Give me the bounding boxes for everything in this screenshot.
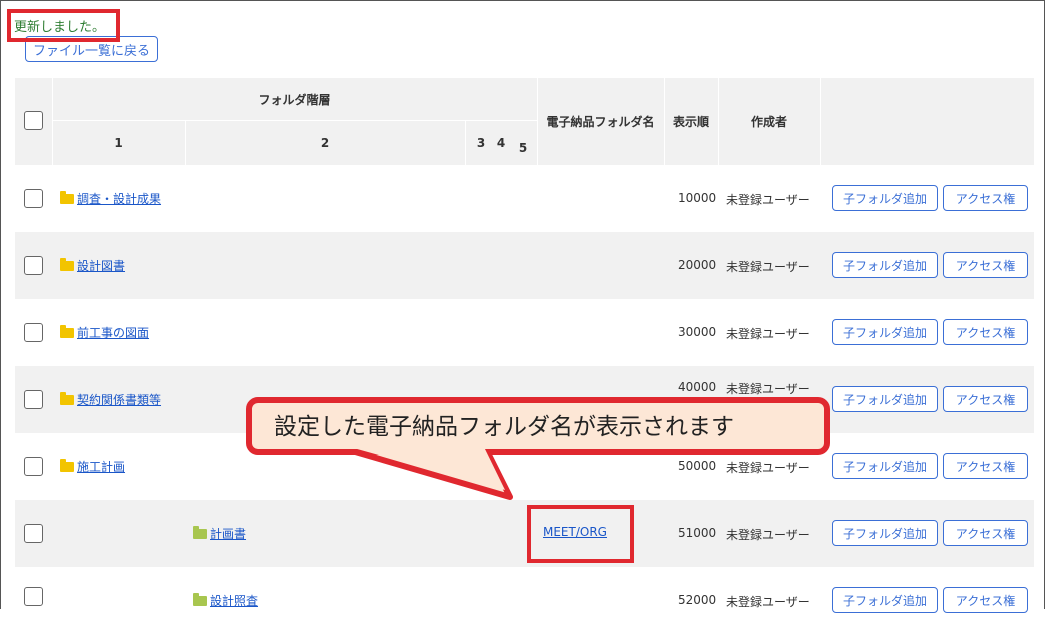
level-3-header: 3 bbox=[476, 135, 486, 150]
access-rights-button[interactable]: アクセス権 bbox=[943, 386, 1028, 412]
display-order-header: 表示順 bbox=[672, 115, 709, 129]
display-order: 52000 bbox=[678, 593, 717, 607]
access-rights-button[interactable]: アクセス権 bbox=[943, 587, 1028, 613]
table-row: 調査・設計成果 10000 未登録ユーザー 子フォルダ追加 アクセス権 bbox=[15, 165, 1034, 232]
display-order: 30000 bbox=[678, 325, 717, 339]
level-2-header: 2 bbox=[320, 135, 330, 150]
display-order: 51000 bbox=[678, 526, 717, 540]
creator: 未登録ユーザー bbox=[726, 382, 810, 396]
creator: 未登録ユーザー bbox=[726, 595, 810, 609]
display-order: 50000 bbox=[678, 459, 717, 473]
add-subfolder-button[interactable]: 子フォルダ追加 bbox=[832, 587, 938, 613]
creator: 未登録ユーザー bbox=[726, 528, 810, 542]
access-rights-button[interactable]: アクセス権 bbox=[943, 520, 1028, 546]
select-all-checkbox[interactable] bbox=[24, 111, 43, 130]
folder-icon bbox=[193, 593, 207, 606]
creator: 未登録ユーザー bbox=[726, 327, 810, 341]
folder-link[interactable]: 前工事の図面 bbox=[77, 324, 149, 341]
table-row: 計画書 MEET/ORG 51000 未登録ユーザー 子フォルダ追加 アクセス権 bbox=[15, 500, 1034, 567]
table-row: 設計図書 20000 未登録ユーザー 子フォルダ追加 アクセス権 bbox=[15, 232, 1034, 299]
folder-icon bbox=[193, 526, 207, 539]
access-rights-button[interactable]: アクセス権 bbox=[943, 185, 1028, 211]
folder-icon bbox=[60, 191, 74, 204]
folder-link[interactable]: 設計照査 bbox=[210, 592, 258, 609]
row-checkbox[interactable] bbox=[24, 457, 43, 476]
folder-link[interactable]: 調査・設計成果 bbox=[77, 190, 161, 207]
folder-icon bbox=[60, 392, 74, 405]
einvoice-highlight-box bbox=[527, 505, 634, 563]
table-row: 設計照査 52000 未登録ユーザー 子フォルダ追加 アクセス権 bbox=[15, 567, 1034, 634]
creator-header: 作成者 bbox=[750, 115, 787, 129]
creator: 未登録ユーザー bbox=[726, 260, 810, 274]
display-order: 20000 bbox=[678, 258, 717, 272]
status-highlight-box bbox=[7, 9, 120, 42]
table-row: 前工事の図面 30000 未登録ユーザー 子フォルダ追加 アクセス権 bbox=[15, 299, 1034, 366]
row-checkbox[interactable] bbox=[24, 587, 43, 606]
add-subfolder-button[interactable]: 子フォルダ追加 bbox=[832, 185, 938, 211]
row-checkbox[interactable] bbox=[24, 524, 43, 543]
display-order: 40000 bbox=[678, 380, 717, 394]
folder-link[interactable]: 契約関係書類等 bbox=[77, 391, 161, 408]
folder-link[interactable]: 施工計画 bbox=[77, 458, 125, 475]
display-order: 10000 bbox=[678, 191, 717, 205]
access-rights-button[interactable]: アクセス権 bbox=[943, 453, 1028, 479]
add-subfolder-button[interactable]: 子フォルダ追加 bbox=[832, 252, 938, 278]
folder-link[interactable]: 計画書 bbox=[210, 525, 246, 542]
creator: 未登録ユーザー bbox=[726, 461, 810, 475]
creator: 未登録ユーザー bbox=[726, 193, 810, 207]
folder-hierarchy-header: フォルダ階層 bbox=[258, 92, 331, 107]
level-4-header: 4 bbox=[496, 135, 506, 150]
folder-icon bbox=[60, 459, 74, 472]
add-subfolder-button[interactable]: 子フォルダ追加 bbox=[832, 453, 938, 479]
row-checkbox[interactable] bbox=[24, 390, 43, 409]
add-subfolder-button[interactable]: 子フォルダ追加 bbox=[832, 319, 938, 345]
folder-icon bbox=[60, 258, 74, 271]
folder-link[interactable]: 設計図書 bbox=[77, 257, 125, 274]
access-rights-button[interactable]: アクセス権 bbox=[943, 319, 1028, 345]
row-checkbox[interactable] bbox=[24, 189, 43, 208]
callout-text: 設定した電子納品フォルダ名が表示されます bbox=[274, 414, 734, 440]
level-1-header: 1 bbox=[114, 135, 123, 150]
table-header: フォルダ階層 1 2 3 4 5 電子納品フォルダ名 表示順 作成者 bbox=[15, 78, 1034, 165]
access-rights-button[interactable]: アクセス権 bbox=[943, 252, 1028, 278]
einvoice-folder-header: 電子納品フォルダ名 bbox=[546, 115, 655, 129]
add-subfolder-button[interactable]: 子フォルダ追加 bbox=[832, 520, 938, 546]
folder-icon bbox=[60, 325, 74, 338]
row-checkbox[interactable] bbox=[24, 256, 43, 275]
add-subfolder-button[interactable]: 子フォルダ追加 bbox=[832, 386, 938, 412]
row-checkbox[interactable] bbox=[24, 323, 43, 342]
